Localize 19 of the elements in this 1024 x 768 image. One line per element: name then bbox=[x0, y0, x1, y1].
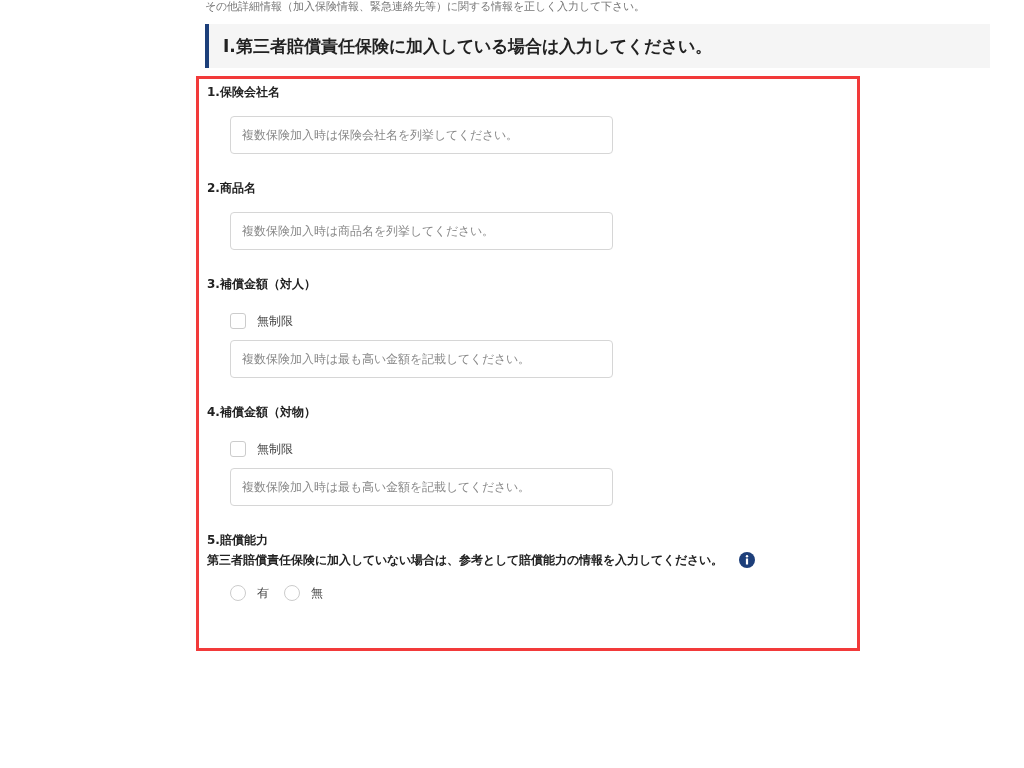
input-field[interactable]: 複数保険加入時は商品名を列挙してください。 bbox=[230, 212, 613, 250]
field-note: 第三者賠償責任保険に加入していない場合は、参考として賠償能力の情報を入力してください。 bbox=[207, 552, 723, 568]
section-heading: Ⅰ.第三者賠償責任保険に加入している場合は入力してください。 bbox=[205, 24, 990, 68]
field-label: 1.保険会社名 bbox=[207, 85, 280, 99]
checkbox[interactable] bbox=[230, 313, 246, 329]
field-label: 4.補償金額（対物） bbox=[207, 405, 316, 419]
checkbox[interactable] bbox=[230, 441, 246, 457]
field-label: 2.商品名 bbox=[207, 181, 256, 195]
checkbox-label: 無制限 bbox=[257, 441, 293, 458]
radio-label: 無 bbox=[311, 585, 323, 602]
field-label: 5.賠償能力 bbox=[207, 533, 268, 547]
input-field[interactable]: 複数保険加入時は最も高い金額を記載してください。 bbox=[230, 468, 613, 506]
input-field[interactable]: 複数保険加入時は保険会社名を列挙してください。 bbox=[230, 116, 613, 154]
field-label: 3.補償金額（対人） bbox=[207, 277, 316, 291]
input-field[interactable]: 複数保険加入時は最も高い金額を記載してください。 bbox=[230, 340, 613, 378]
checkbox-label: 無制限 bbox=[257, 313, 293, 330]
info-icon[interactable] bbox=[739, 552, 755, 568]
radio-label: 有 bbox=[257, 585, 269, 602]
intro-text: その他詳細情報（加入保険情報、緊急連絡先等）に関する情報を正しく入力して下さい。 bbox=[205, 0, 646, 14]
